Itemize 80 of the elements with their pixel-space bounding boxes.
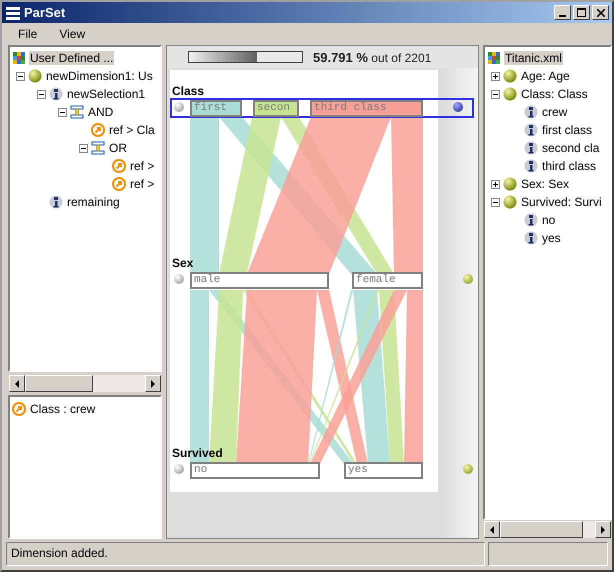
tree-item[interactable]: no (541, 213, 556, 227)
sphere-icon (28, 69, 42, 83)
arrow-circle-icon (112, 177, 126, 191)
tree-root[interactable]: User Defined ... (29, 51, 114, 65)
expander-icon[interactable] (491, 72, 500, 80)
grid-icon (487, 51, 501, 65)
tree-item[interactable]: ref > (129, 159, 156, 173)
info-icon (49, 195, 63, 209)
close-icon (596, 8, 604, 16)
expander-icon[interactable] (491, 90, 500, 98)
tree-item[interactable]: Survived: Survi (520, 195, 603, 209)
category-box[interactable]: male (190, 272, 329, 289)
scroll-left-icon[interactable] (9, 375, 25, 392)
sphere-icon (503, 69, 517, 83)
tree-root[interactable]: Titanic.xml (504, 51, 563, 65)
category-box[interactable]: yes (344, 462, 423, 479)
scroll-left-icon[interactable] (484, 521, 500, 538)
expander-icon[interactable] (58, 108, 67, 116)
arrow-circle-icon (112, 159, 126, 173)
grid-icon (12, 51, 26, 65)
category-box[interactable]: female (352, 272, 423, 289)
axis-label: Class (172, 84, 204, 98)
axis-handle[interactable] (463, 464, 473, 474)
sphere-icon (503, 87, 517, 101)
arrow-circle-icon (91, 123, 105, 137)
maximize-icon (577, 8, 586, 17)
expander-icon[interactable] (491, 198, 500, 206)
axis-handle[interactable] (463, 274, 473, 284)
tree-item[interactable]: ref > (129, 177, 156, 191)
menu-item[interactable]: View (59, 27, 86, 41)
tree-item[interactable]: crew (541, 105, 568, 119)
tree-item[interactable]: Sex: Sex (520, 177, 570, 191)
tree-item[interactable]: newSelection1 (66, 87, 146, 101)
menu-item[interactable]: File (18, 27, 38, 41)
minimize-button[interactable] (554, 5, 571, 20)
scroll-thumb[interactable] (500, 521, 583, 538)
tree-item[interactable]: ref > Cla (108, 123, 156, 137)
minimize-icon (559, 14, 566, 16)
sphere-icon (503, 177, 517, 191)
app-icon (5, 4, 21, 20)
info-icon (524, 231, 538, 245)
maximize-button[interactable] (573, 5, 590, 20)
tree-item[interactable]: remaining (66, 195, 121, 209)
tree-item[interactable]: third class (541, 159, 598, 173)
window-title: ParSet (24, 5, 66, 20)
scroll-thumb[interactable] (25, 375, 94, 392)
info-icon (524, 159, 538, 173)
bracket-icon (70, 105, 84, 119)
arrow-circle-icon (12, 402, 26, 416)
axis-handle[interactable] (453, 102, 463, 112)
tree-item[interactable]: Class: Class (520, 87, 589, 101)
tree-item[interactable]: AND (87, 105, 114, 119)
coverage-text: 59.791 % out of 2201 (313, 50, 432, 64)
tree-item[interactable]: first class (541, 123, 594, 137)
expander-icon[interactable] (491, 180, 500, 188)
scroll-right-icon[interactable] (145, 375, 161, 392)
tree-item[interactable]: OR (108, 141, 128, 155)
tree-item[interactable]: Age: Age (520, 69, 571, 83)
tree-item[interactable]: second cla (541, 141, 600, 155)
info-icon (524, 105, 538, 119)
info-icon (524, 123, 538, 137)
tree-item[interactable]: newDimension1: Us (45, 69, 154, 83)
info-icon (524, 141, 538, 155)
status-message: Dimension added. (6, 542, 485, 566)
horizontal-scrollbar[interactable] (8, 374, 162, 393)
axis-label: Sex (172, 256, 194, 270)
category-box[interactable]: no (190, 462, 320, 479)
axis-label: Survived (172, 446, 223, 460)
expander-icon[interactable] (79, 144, 88, 152)
horizontal-scrollbar[interactable] (483, 520, 612, 539)
info-icon (524, 213, 538, 227)
expander-icon[interactable] (37, 90, 46, 98)
close-button[interactable] (592, 5, 609, 20)
list-item[interactable]: Class : crew (29, 402, 96, 416)
scroll-right-icon[interactable] (595, 521, 611, 538)
expander-icon[interactable] (16, 72, 25, 80)
bracket-icon (91, 141, 105, 155)
sphere-icon (503, 195, 517, 209)
info-icon (49, 87, 63, 101)
tree-item[interactable]: yes (541, 231, 562, 245)
